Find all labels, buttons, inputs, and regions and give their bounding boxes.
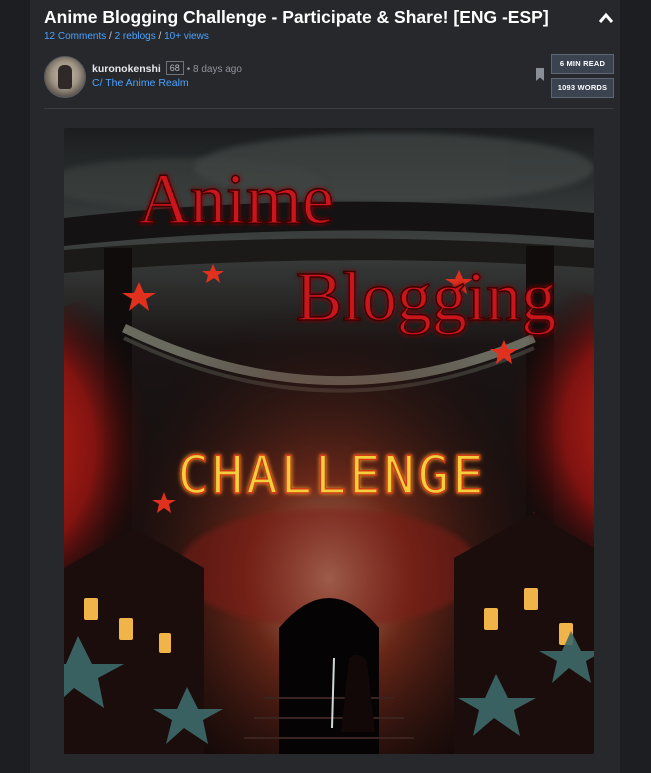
bookmark-icon[interactable] [535, 68, 545, 81]
post-time: • 8 days ago [186, 64, 242, 75]
comments-link[interactable]: 12 Comments [44, 31, 106, 42]
cover-text-blogging: Blogging [296, 259, 557, 336]
post-stats: 12 Comments / 2 reblogs / 10+ views [44, 31, 209, 42]
read-time-badge: 6 MIN READ [551, 54, 614, 74]
author-name[interactable]: kuronokenshi [92, 63, 161, 75]
author-line: kuronokenshi 68 • 8 days ago [92, 61, 242, 75]
stats-separator: / [158, 31, 162, 42]
cover-text-anime: Anime [138, 159, 334, 239]
chevron-up-icon[interactable] [596, 8, 616, 28]
cover-image: Anime Blogging CHALLENGE [64, 128, 594, 754]
avatar[interactable] [44, 56, 86, 98]
reputation-badge: 68 [165, 61, 184, 75]
views-link[interactable]: 10+ views [164, 31, 209, 42]
cover-text-challenge: CHALLENGE [178, 446, 487, 506]
community-link[interactable]: C/ The Anime Realm [92, 77, 189, 89]
word-count-badge: 1093 WORDS [551, 78, 614, 98]
reblogs-link[interactable]: 2 reblogs [115, 31, 156, 42]
header-divider [44, 108, 614, 109]
avatar-figure [58, 65, 72, 89]
cover-artwork: Anime Blogging CHALLENGE [64, 128, 594, 754]
stats-separator: / [109, 31, 112, 42]
post-title: Anime Blogging Challenge - Participate &… [44, 7, 549, 27]
